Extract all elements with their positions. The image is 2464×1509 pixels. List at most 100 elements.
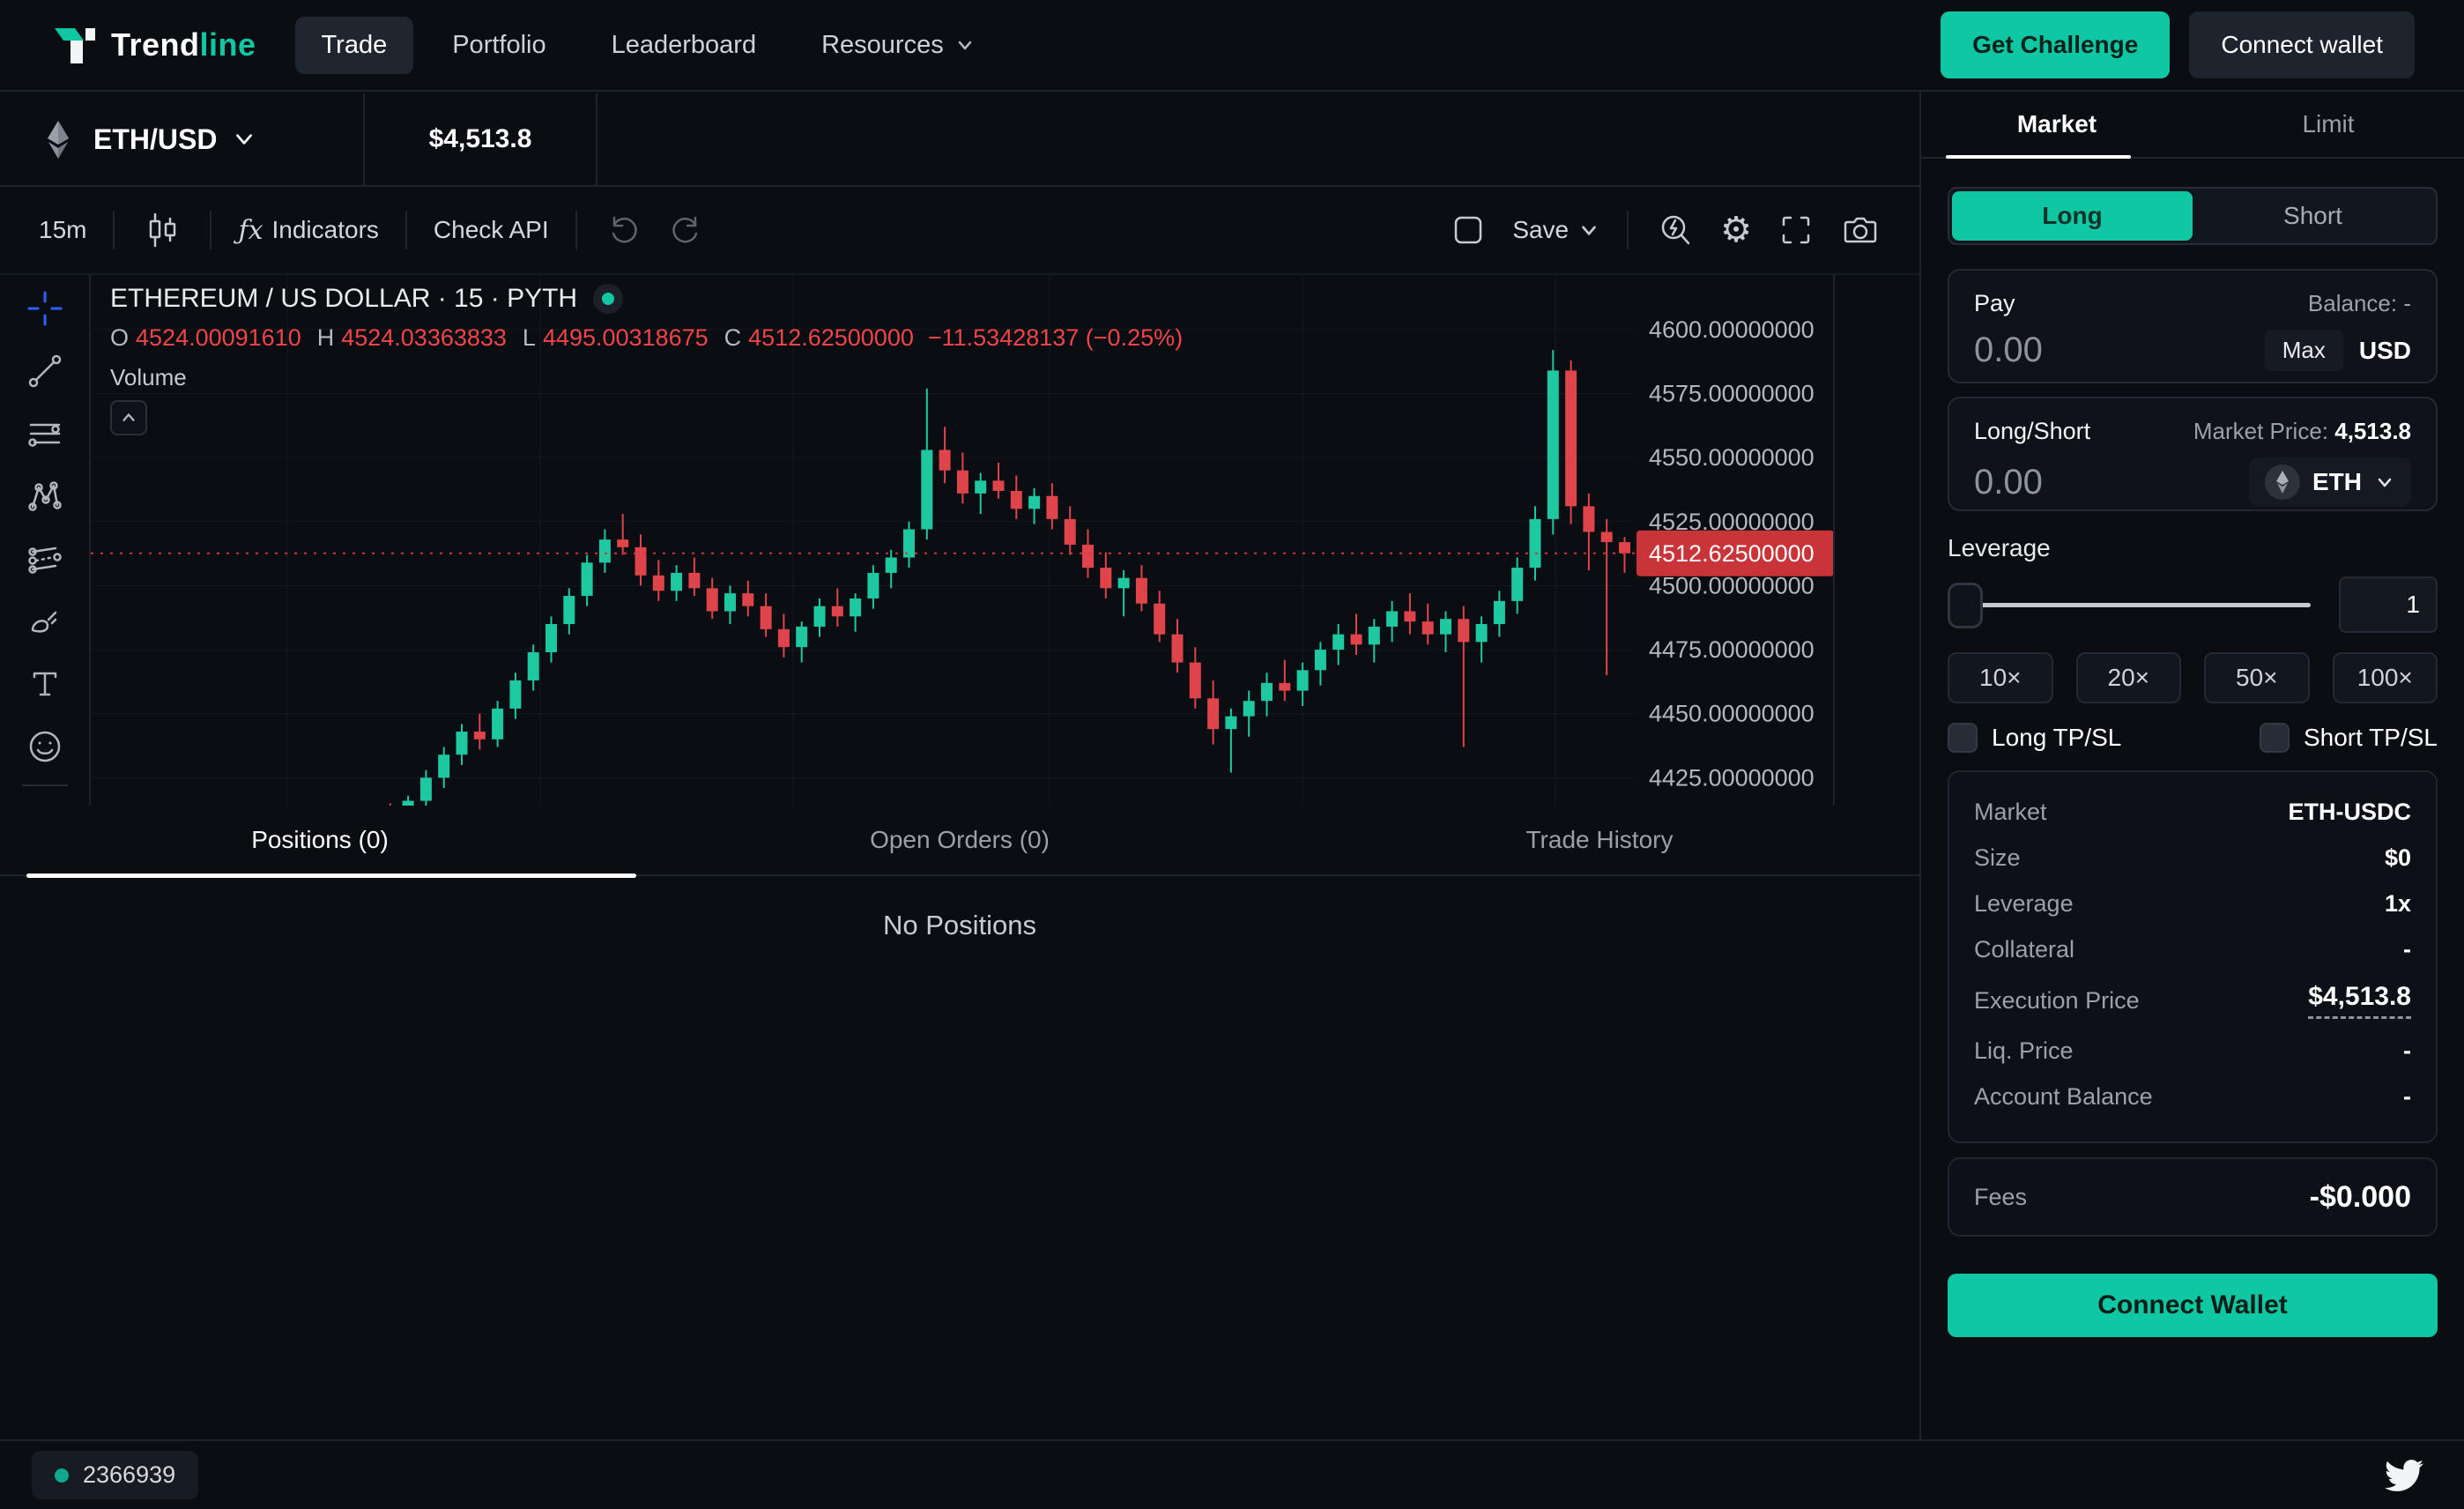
- symbol-bar: ETH/USD $4,513.8: [0, 93, 1919, 187]
- max-button[interactable]: Max: [2265, 330, 2343, 371]
- parallel-channel-icon: [26, 414, 64, 453]
- slider-track[interactable]: [1948, 603, 2311, 607]
- trend-line-tool[interactable]: [0, 339, 90, 402]
- chart-toolbar: 15m ƒx Indicators Check API: [0, 187, 1919, 275]
- crosshair-tool[interactable]: [0, 277, 90, 339]
- detail-row-account-balance: Account Balance -: [1974, 1083, 2411, 1111]
- connect-wallet-button-top[interactable]: Connect wallet: [2189, 11, 2415, 78]
- connect-wallet-button[interactable]: Connect Wallet: [1948, 1274, 2438, 1337]
- layout-button[interactable]: [1436, 211, 1500, 249]
- get-challenge-button[interactable]: Get Challenge: [1941, 11, 2170, 78]
- leverage-100x-button[interactable]: 100×: [2333, 652, 2438, 703]
- nav-item-trade[interactable]: Trade: [295, 17, 414, 74]
- candle-body: [1494, 601, 1505, 624]
- long-short-label: Long/Short: [1974, 418, 2090, 445]
- emoji-tool[interactable]: [0, 715, 90, 777]
- logo-text-primary: Trend: [111, 26, 200, 63]
- tab-open-orders[interactable]: Open Orders (0): [640, 806, 1280, 874]
- quick-search-button[interactable]: [1643, 210, 1708, 250]
- candle-body: [993, 480, 1005, 491]
- detail-label: Execution Price: [1974, 987, 2140, 1015]
- ohlc-open-value: 4524.00091610: [136, 324, 301, 352]
- slider-thumb[interactable]: [1948, 583, 1983, 628]
- detail-label: Liq. Price: [1974, 1037, 2074, 1065]
- save-label: Save: [1512, 216, 1569, 244]
- undo-button[interactable]: [591, 211, 655, 249]
- redo-button[interactable]: [655, 211, 718, 249]
- execution-price-value[interactable]: $4,513.8: [2308, 982, 2411, 1019]
- nav-item-portfolio[interactable]: Portfolio: [426, 17, 572, 74]
- candle-body: [1619, 542, 1630, 554]
- candle-body: [617, 539, 628, 547]
- nav-item-leaderboard[interactable]: Leaderboard: [585, 17, 783, 74]
- long-tpsl-checkbox[interactable]: [1948, 723, 1978, 753]
- interval-button[interactable]: 15m: [26, 216, 99, 244]
- logo[interactable]: Trendline: [51, 22, 256, 68]
- positions-tabs: Positions (0) Open Orders (0) Trade Hist…: [0, 806, 1919, 876]
- asset-symbol: ETH: [2312, 468, 2362, 496]
- candle-body: [1547, 370, 1559, 519]
- candle-body: [1332, 635, 1344, 650]
- tab-trade-history[interactable]: Trade History: [1280, 806, 1919, 874]
- size-amount-input[interactable]: 0.00: [1974, 463, 2043, 502]
- tab-positions[interactable]: Positions (0): [0, 806, 640, 874]
- candle-body: [528, 652, 539, 680]
- candle-body: [688, 573, 700, 588]
- short-tpsl-checkbox[interactable]: [2260, 723, 2290, 753]
- tab-market[interactable]: Market: [1921, 92, 2193, 157]
- detail-label: Market: [1974, 799, 2047, 826]
- chart-symbol-title[interactable]: ETHEREUM / US DOLLAR · 15 · PYTH: [110, 284, 577, 314]
- candle-style-button[interactable]: [129, 211, 196, 249]
- candle-body: [939, 450, 951, 470]
- fullscreen-button[interactable]: [1764, 211, 1828, 249]
- indicators-button[interactable]: ƒx Indicators: [226, 215, 390, 246]
- measure-tool[interactable]: [0, 793, 90, 806]
- chart-legend: ETHEREUM / US DOLLAR · 15 · PYTH O4524.0…: [110, 284, 1183, 435]
- asset-selector[interactable]: ETH: [2249, 457, 2411, 507]
- leverage-10x-button[interactable]: 10×: [1948, 652, 2053, 703]
- ethereum-icon: [39, 118, 78, 160]
- leverage-slider[interactable]: [1948, 576, 2311, 633]
- check-api-button[interactable]: Check API: [421, 216, 561, 244]
- forecast-tool[interactable]: [0, 527, 90, 590]
- candle-body: [420, 777, 432, 800]
- leverage-20x-button[interactable]: 20×: [2076, 652, 2182, 703]
- chart-plot[interactable]: 4600.000000004575.000000004550.000000004…: [91, 275, 1919, 806]
- short-button[interactable]: Short: [2193, 191, 2433, 241]
- volume-label[interactable]: Volume: [110, 364, 1183, 391]
- symbol-selector[interactable]: ETH/USD: [0, 93, 365, 185]
- parallel-channel-tool[interactable]: [0, 402, 90, 465]
- candle-body: [1118, 578, 1130, 589]
- nav-item-resources[interactable]: Resources: [795, 17, 1002, 74]
- pay-amount-input[interactable]: 0.00: [1974, 331, 2043, 370]
- snapshot-button[interactable]: [1828, 211, 1893, 249]
- settings-button[interactable]: ⚙: [1708, 212, 1764, 248]
- redo-icon: [667, 211, 706, 249]
- candle-body: [975, 480, 986, 494]
- build-badge[interactable]: 2366939: [32, 1451, 198, 1499]
- candle-body: [957, 471, 969, 494]
- long-button[interactable]: Long: [1952, 191, 2193, 241]
- candle-body: [1154, 604, 1165, 635]
- save-button[interactable]: Save: [1500, 216, 1613, 244]
- twitter-icon[interactable]: [2383, 1456, 2425, 1495]
- detail-value: $0: [2385, 844, 2411, 872]
- candle-body: [653, 576, 664, 591]
- detail-row-leverage: Leverage 1x: [1974, 890, 2411, 918]
- drawing-toolbar: [0, 275, 91, 806]
- toolbar-divider: [22, 784, 68, 786]
- leverage-value-input[interactable]: 1: [2339, 576, 2438, 633]
- trade-panel: Market Limit Long Short Pay Balance: - 0…: [1919, 92, 2464, 1439]
- candle-body: [1190, 663, 1201, 699]
- leverage-50x-button[interactable]: 50×: [2204, 652, 2310, 703]
- candle-body: [582, 562, 593, 596]
- long-tpsl-label: Long TP/SL: [1992, 724, 2121, 752]
- tab-limit[interactable]: Limit: [2193, 92, 2464, 157]
- legend-collapse-button[interactable]: [110, 400, 147, 435]
- brush-tool[interactable]: [0, 590, 90, 652]
- pattern-tool[interactable]: [0, 465, 90, 527]
- data-status-icon[interactable]: [593, 284, 623, 314]
- current-price-tag-label: 4512.62500000: [1649, 540, 1815, 567]
- text-tool[interactable]: [0, 652, 90, 715]
- detail-row-collateral: Collateral -: [1974, 936, 2411, 963]
